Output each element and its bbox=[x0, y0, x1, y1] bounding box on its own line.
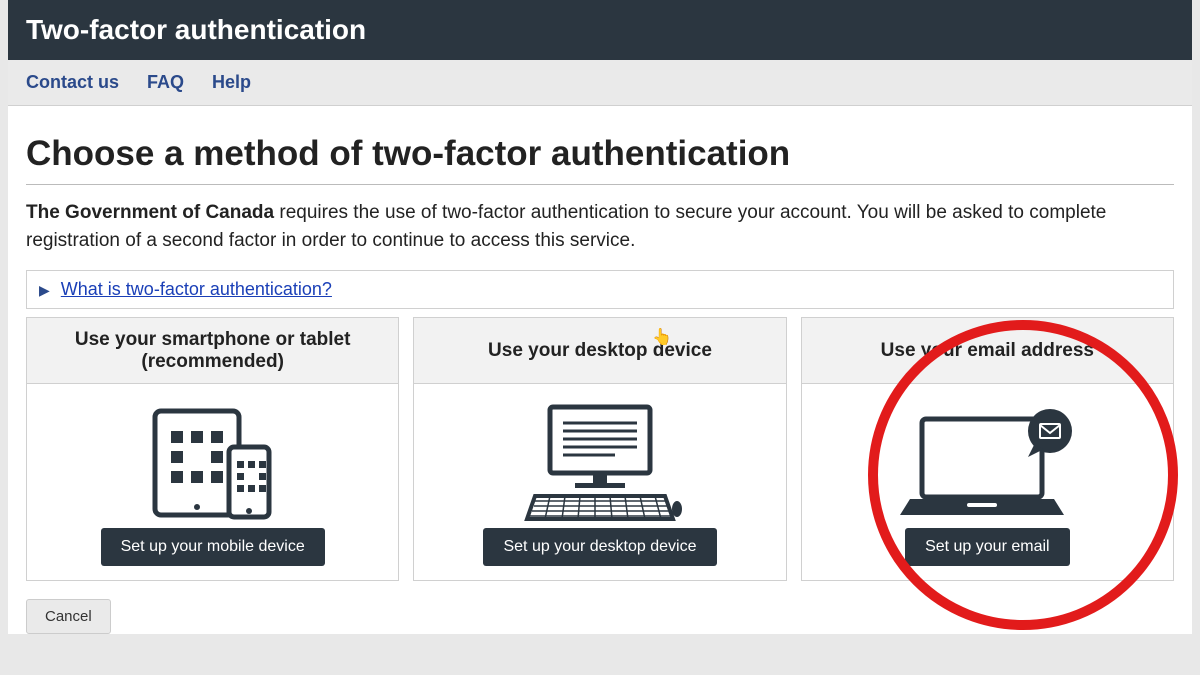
disclosure-link[interactable]: What is two-factor authentication? bbox=[61, 279, 332, 299]
smartphone-tablet-icon bbox=[133, 398, 293, 528]
setup-email-button[interactable]: Set up your email bbox=[905, 528, 1070, 566]
card-desktop: Use your desktop device bbox=[413, 317, 786, 581]
page-titlebar: Two-factor authentication bbox=[8, 0, 1192, 60]
disclosure-panel[interactable]: ▶ What is two-factor authentication? bbox=[26, 270, 1174, 309]
nav-faq[interactable]: FAQ bbox=[147, 72, 184, 93]
chevron-right-icon: ▶ bbox=[39, 282, 50, 299]
nav-contact-us[interactable]: Contact us bbox=[26, 72, 119, 93]
page-heading: Choose a method of two-factor authentica… bbox=[26, 134, 1174, 185]
intro-strong: The Government of Canada bbox=[26, 202, 274, 223]
nav-help[interactable]: Help bbox=[212, 72, 251, 93]
top-nav: Contact us FAQ Help bbox=[8, 60, 1192, 106]
desktop-computer-icon bbox=[515, 398, 685, 528]
cancel-button[interactable]: Cancel bbox=[26, 599, 111, 634]
method-cards: Use your smartphone or tablet (recommend… bbox=[26, 317, 1174, 581]
card-email-title: Use your email address bbox=[802, 318, 1173, 384]
card-mobile: Use your smartphone or tablet (recommend… bbox=[26, 317, 399, 581]
setup-mobile-button[interactable]: Set up your mobile device bbox=[101, 528, 325, 566]
card-desktop-title: Use your desktop device bbox=[414, 318, 785, 384]
main-content: Choose a method of two-factor authentica… bbox=[8, 106, 1192, 634]
card-email: Use your email address bbox=[801, 317, 1174, 581]
setup-desktop-button[interactable]: Set up your desktop device bbox=[483, 528, 716, 566]
intro-text: The Government of Canada requires the us… bbox=[26, 199, 1174, 254]
laptop-email-icon bbox=[892, 398, 1082, 528]
card-mobile-title: Use your smartphone or tablet (recommend… bbox=[27, 318, 398, 384]
